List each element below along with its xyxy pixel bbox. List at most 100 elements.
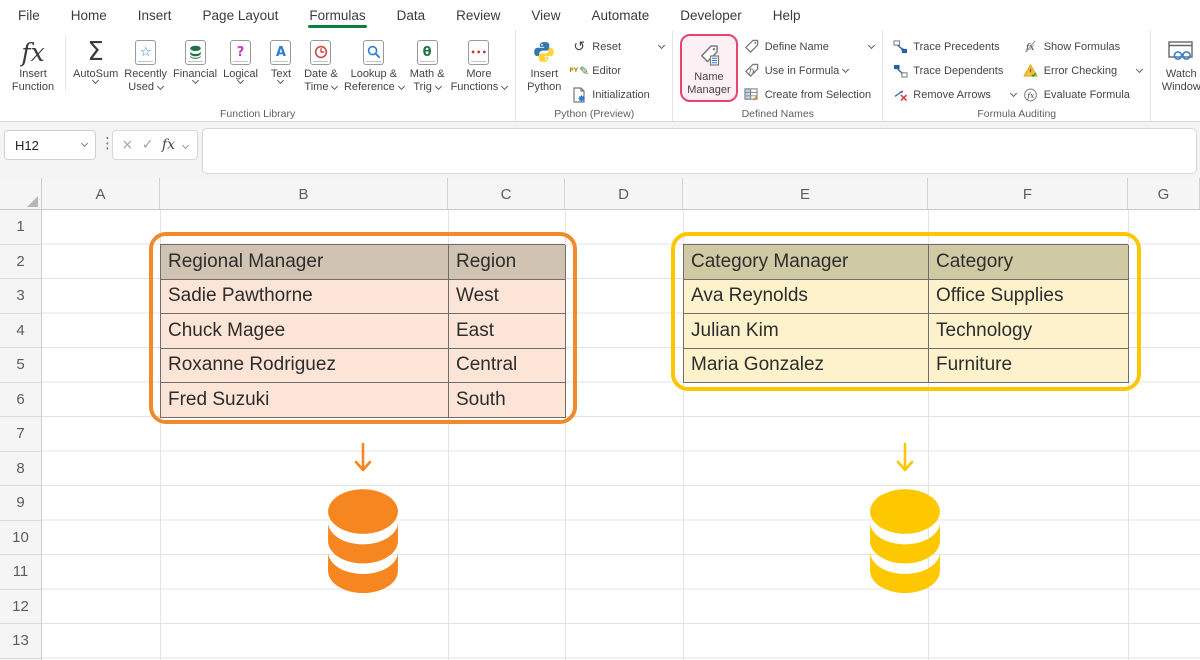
formula-input[interactable] <box>202 128 1197 174</box>
row-header-8[interactable]: 8 <box>0 452 41 487</box>
cancel-icon[interactable]: × <box>121 137 133 153</box>
cell-C5[interactable]: Central <box>449 349 566 384</box>
menu-tab-insert[interactable]: Insert <box>136 2 174 29</box>
menu-tab-file[interactable]: File <box>16 2 42 29</box>
cell-B2[interactable]: Regional Manager <box>161 245 449 280</box>
row-header-9[interactable]: 9 <box>0 486 41 521</box>
text-button[interactable]: A Text <box>261 34 301 85</box>
row-header-12[interactable]: 12 <box>0 590 41 625</box>
menu-tab-formulas[interactable]: Formulas <box>307 2 367 29</box>
autosum-button[interactable]: Σ AutoSum <box>70 34 121 85</box>
cell-C4[interactable]: East <box>449 314 566 349</box>
more-functions-button[interactable]: ••• More Functions <box>448 34 511 96</box>
remove-arrows-icon <box>891 88 909 101</box>
date-time-button[interactable]: Date & Time <box>301 34 341 96</box>
chevron-down-icon <box>501 82 508 89</box>
insert-function-button[interactable]: fx Insert Function <box>5 34 61 96</box>
menu-tab-automate[interactable]: Automate <box>589 2 651 29</box>
editor-icon: PY✎ <box>570 64 588 78</box>
formula-bar-buttons: × ✓ fx <box>112 130 198 160</box>
editor-button[interactable]: PY✎ Editor <box>567 60 667 81</box>
trace-dependents-button[interactable]: Trace Dependents <box>888 60 1018 81</box>
ribbon-group-function-library: fx Insert Function Σ AutoSum ☆ Recently … <box>0 30 515 121</box>
recently-used-button[interactable]: ☆ Recently Used <box>121 34 170 96</box>
label: More <box>466 68 491 81</box>
row-header-13[interactable]: 13 <box>0 624 41 659</box>
logical-button[interactable]: ? Logical <box>220 34 261 85</box>
name-box[interactable]: H12 <box>4 130 96 160</box>
more-functions-icon: ••• <box>468 36 489 68</box>
error-checking-icon <box>1022 64 1040 77</box>
row-header-5[interactable]: 5 <box>0 348 41 383</box>
row-header-11[interactable]: 11 <box>0 555 41 590</box>
cell-C6[interactable]: South <box>449 383 566 418</box>
cell-F2[interactable]: Category <box>929 245 1129 280</box>
menu-tab-view[interactable]: View <box>529 2 562 29</box>
menu-tab-review[interactable]: Review <box>454 2 502 29</box>
cell-C2[interactable]: Region <box>449 245 566 280</box>
cell-C3[interactable]: West <box>449 280 566 315</box>
divider <box>65 36 66 91</box>
chevron-down-icon <box>842 65 849 72</box>
row-header-10[interactable]: 10 <box>0 521 41 556</box>
reset-button[interactable]: ↺ Reset <box>567 36 667 57</box>
column-header-f[interactable]: F <box>928 178 1128 210</box>
label: Recently <box>124 68 167 81</box>
row-header-2[interactable]: 2 <box>0 245 41 280</box>
menu-tab-help[interactable]: Help <box>771 2 803 29</box>
insert-python-button[interactable]: Insert Python <box>521 34 567 96</box>
math-trig-button[interactable]: θ Math & Trig <box>407 34 448 96</box>
regional-manager-table: Regional Manager Region Sadie Pawthorne … <box>160 244 565 418</box>
insert-function-fx-icon[interactable]: fx <box>162 137 175 153</box>
use-in-formula-button[interactable]: fx Use in Formula <box>740 60 878 81</box>
select-all-corner[interactable] <box>0 178 42 210</box>
watch-window-button[interactable]: Watch Window <box>1156 34 1200 96</box>
row-header-6[interactable]: 6 <box>0 383 41 418</box>
define-name-button[interactable]: Define Name <box>740 36 878 57</box>
evaluate-formula-button[interactable]: fx Evaluate Formula <box>1019 84 1146 105</box>
row-header-7[interactable]: 7 <box>0 417 41 452</box>
column-header-e[interactable]: E <box>683 178 928 210</box>
initialization-button[interactable]: Initialization <box>567 84 667 105</box>
cell-F4[interactable]: Technology <box>929 314 1129 349</box>
menu-tab-home[interactable]: Home <box>69 2 109 29</box>
cell-E5[interactable]: Maria Gonzalez <box>684 349 929 384</box>
error-checking-button[interactable]: Error Checking <box>1019 60 1146 81</box>
row-header-4[interactable]: 4 <box>0 314 41 349</box>
cell-F5[interactable]: Furniture <box>929 349 1129 384</box>
ribbon-tab-bar: File Home Insert Page Layout Formulas Da… <box>0 0 1200 30</box>
trace-precedents-button[interactable]: Trace Precedents <box>888 36 1018 57</box>
define-name-icon <box>743 39 761 54</box>
label: Error Checking <box>1044 65 1117 77</box>
name-manager-button[interactable]: Name Manager <box>684 37 733 99</box>
cell-E4[interactable]: Julian Kim <box>684 314 929 349</box>
lookup-reference-button[interactable]: Lookup & Reference <box>341 34 407 96</box>
row-header-1[interactable]: 1 <box>0 210 41 245</box>
financial-button[interactable]: Financial <box>170 34 220 85</box>
menu-tab-developer[interactable]: Developer <box>678 2 744 29</box>
column-header-d[interactable]: D <box>565 178 683 210</box>
column-header-g[interactable]: G <box>1128 178 1200 210</box>
chevron-down-icon <box>435 82 442 89</box>
cell-B5[interactable]: Roxanne Rodriguez <box>161 349 449 384</box>
label: Initialization <box>592 89 649 101</box>
create-from-selection-button[interactable]: Create from Selection <box>740 84 878 105</box>
cell-E3[interactable]: Ava Reynolds <box>684 280 929 315</box>
use-in-formula-icon: fx <box>743 63 761 78</box>
menu-tab-data[interactable]: Data <box>395 2 428 29</box>
chevron-down-icon <box>1136 65 1143 72</box>
cell-B4[interactable]: Chuck Magee <box>161 314 449 349</box>
cell-F3[interactable]: Office Supplies <box>929 280 1129 315</box>
show-formulas-button[interactable]: fx Show Formulas <box>1019 36 1146 57</box>
menu-tab-page-layout[interactable]: Page Layout <box>201 2 281 29</box>
cell-B6[interactable]: Fred Suzuki <box>161 383 449 418</box>
remove-arrows-button[interactable]: Remove Arrows <box>888 84 1018 105</box>
column-header-b[interactable]: B <box>160 178 448 210</box>
column-header-c[interactable]: C <box>448 178 565 210</box>
row-header-3[interactable]: 3 <box>0 279 41 314</box>
column-header-a[interactable]: A <box>42 178 160 210</box>
cell-E2[interactable]: Category Manager <box>684 245 929 280</box>
label: Remove Arrows <box>913 89 991 101</box>
enter-icon[interactable]: ✓ <box>142 137 154 153</box>
cell-B3[interactable]: Sadie Pawthorne <box>161 280 449 315</box>
